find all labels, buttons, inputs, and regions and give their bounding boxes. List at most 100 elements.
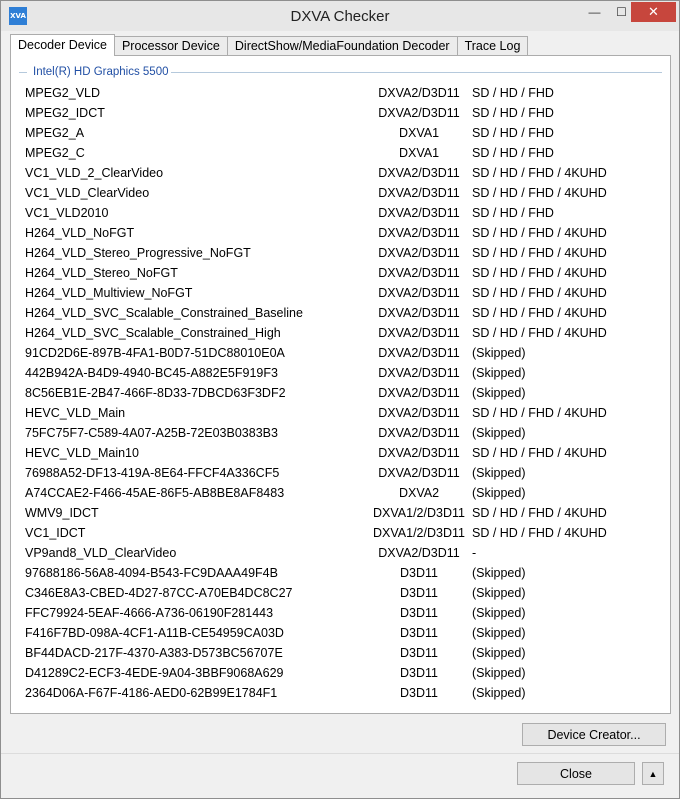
decoder-name: H264_VLD_Stereo_Progressive_NoFGT <box>25 246 251 260</box>
decoder-name: H264_VLD_SVC_Scalable_Constrained_Baseli… <box>25 306 303 320</box>
list-item: MPEG2_VLD DXVA2/D3D11 SD / HD / FHD <box>25 83 655 103</box>
decoder-name: F416F7BD-098A-4CF1-A11B-CE54959CA03D <box>25 626 284 640</box>
close-button[interactable]: Close <box>517 762 635 785</box>
list-item: FFC79924-5EAF-4666-A736-06190F281443 D3D1… <box>25 603 655 623</box>
decoder-resolutions: SD / HD / FHD <box>472 126 554 140</box>
list-item: MPEG2_A DXVA1 SD / HD / FHD <box>25 123 655 143</box>
decoder-api: D3D11 <box>400 626 438 640</box>
list-item: C346E8A3-CBED-4D27-87CC-A70EB4DC8C27 D3D1… <box>25 583 655 603</box>
decoder-resolutions: SD / HD / FHD / 4KUHD <box>472 246 607 260</box>
decoder-name: H264_VLD_Stereo_NoFGT <box>25 266 178 280</box>
minimize-button[interactable]: — <box>581 2 608 22</box>
decoder-resolutions: SD / HD / FHD / 4KUHD <box>472 526 607 540</box>
list-item: VP9and8_VLD_ClearVideo DXVA2/D3D11- <box>25 543 655 563</box>
decoder-resolutions: SD / HD / FHD / 4KUHD <box>472 446 607 460</box>
list-item: F416F7BD-098A-4CF1-A11B-CE54959CA03D D3D1… <box>25 623 655 643</box>
list-item: 76988A52-DF13-419A-8E64-FFCF4A336CF5 DXVA… <box>25 463 655 483</box>
group-divider <box>171 72 662 73</box>
tab-processor-device[interactable]: Processor Device <box>113 36 228 56</box>
decoder-api: DXVA2/D3D11 <box>378 366 460 380</box>
list-item: 2364D06A-F67F-4186-AED0-62B99E1784F1 D3D1… <box>25 683 655 703</box>
list-item: BF44DACD-217F-4370-A383-D573BC56707E D3D1… <box>25 643 655 663</box>
decoder-name: A74CCAE2-F466-45AE-86F5-AB8BE8AF8483 <box>25 486 285 500</box>
decoder-name: VC1_VLD_2_ClearVideo <box>25 166 164 180</box>
decoder-name: HEVC_VLD_Main10 <box>25 446 139 460</box>
list-item: 75FC75F7-C589-4A07-A25B-72E03B0383B3 DXVA… <box>25 423 655 443</box>
decoder-api: DXVA2/D3D11 <box>378 206 460 220</box>
list-item: HEVC_VLD_Main DXVA2/D3D11 SD / HD / FHD / … <box>25 403 655 423</box>
decoder-resolutions: (Skipped) <box>472 346 526 360</box>
decoder-resolutions: (Skipped) <box>472 686 526 700</box>
decoder-name: 76988A52-DF13-419A-8E64-FFCF4A336CF5 <box>25 466 280 480</box>
decoder-name: 8C56EB1E-2B47-466F-8D33-7DBCD63F3DF2 <box>25 386 286 400</box>
device-creator-button[interactable]: Device Creator... <box>522 723 666 746</box>
decoder-api: DXVA2/D3D11 <box>378 306 460 320</box>
tab-trace-log[interactable]: Trace Log <box>456 36 529 56</box>
close-window-button[interactable]: ✕ <box>631 2 676 22</box>
decoder-api: DXVA2 <box>398 486 440 500</box>
tab-directshow-mediafoundation-decoder[interactable]: DirectShow/MediaFoundation Decoder <box>226 36 458 56</box>
decoder-name: MPEG2_C <box>25 146 85 160</box>
decoder-name: VC1_VLD_ClearVideo <box>25 186 150 200</box>
decoder-resolutions: SD / HD / FHD / 4KUHD <box>472 306 607 320</box>
decoder-api: DXVA2/D3D11 <box>378 226 460 240</box>
decoder-api: DXVA2/D3D11 <box>378 446 460 460</box>
decoder-api: DXVA1/2/D3D11 <box>373 506 465 520</box>
decoder-device-panel: Intel(R) HD Graphics 5500 MPEG2_VLD DXVA2… <box>10 55 671 714</box>
decoder-api: DXVA2/D3D11 <box>378 166 460 180</box>
list-item: A74CCAE2-F466-45AE-86F5-AB8BE8AF8483 DXVA… <box>25 483 655 503</box>
footer-divider <box>1 753 679 754</box>
list-item: VC1_VLD_2_ClearVideo DXVA2/D3D11 SD / HD /… <box>25 163 655 183</box>
list-item: MPEG2_IDCT DXVA2/D3D11 SD / HD / FHD <box>25 103 655 123</box>
dxva-checker-window: XVA DXVA Checker — ☐ ✕ Decoder Device Pr… <box>0 0 680 799</box>
decoder-resolutions: SD / HD / FHD / 4KUHD <box>472 266 607 280</box>
decoder-api: DXVA2/D3D11 <box>378 466 460 480</box>
decoder-api: DXVA2/D3D11 <box>378 246 460 260</box>
decoder-resolutions: (Skipped) <box>472 626 526 640</box>
decoder-resolutions: SD / HD / FHD / 4KUHD <box>472 326 607 340</box>
decoder-resolutions: (Skipped) <box>472 566 526 580</box>
decoder-api: DXVA2/D3D11 <box>378 266 460 280</box>
list-item: H264_VLD_SVC_Scalable_Constrained_High DX… <box>25 323 655 343</box>
title-bar[interactable]: XVA DXVA Checker — ☐ ✕ <box>1 1 679 31</box>
decoder-resolutions: SD / HD / FHD / 4KUHD <box>472 186 607 200</box>
list-item: H264_VLD_Multiview_NoFGT DXVA2/D3D11 SD / … <box>25 283 655 303</box>
decoder-resolutions: SD / HD / FHD <box>472 106 554 120</box>
collapse-arrow-icon[interactable]: ▲ <box>642 762 664 785</box>
decoder-list: MPEG2_VLD DXVA2/D3D11 SD / HD / FHD MPEG2_I… <box>25 83 655 703</box>
decoder-name: VC1_VLD2010 <box>25 206 109 220</box>
decoder-name: H264_VLD_Multiview_NoFGT <box>25 286 193 300</box>
list-item: H264_VLD_Stereo_NoFGT DXVA2/D3D11 SD / HD … <box>25 263 655 283</box>
decoder-api: D3D11 <box>400 666 438 680</box>
decoder-resolutions: SD / HD / FHD <box>472 146 554 160</box>
tab-decoder-device[interactable]: Decoder Device <box>10 34 115 56</box>
decoder-resolutions: (Skipped) <box>472 486 526 500</box>
list-item: VC1_VLD2010 DXVA2/D3D11 SD / HD / FHD <box>25 203 655 223</box>
decoder-api: DXVA2/D3D11 <box>378 86 460 100</box>
decoder-resolutions: SD / HD / FHD <box>472 86 554 100</box>
decoder-resolutions: (Skipped) <box>472 606 526 620</box>
decoder-resolutions: (Skipped) <box>472 586 526 600</box>
list-item: VC1_IDCT DXVA1/2/D3D11 SD / HD / FHD / 4KU… <box>25 523 655 543</box>
decoder-api: DXVA1/2/D3D11 <box>373 526 465 540</box>
decoder-name: BF44DACD-217F-4370-A383-D573BC56707E <box>25 646 283 660</box>
decoder-name: MPEG2_IDCT <box>25 106 105 120</box>
decoder-name: WMV9_IDCT <box>25 506 99 520</box>
decoder-resolutions: (Skipped) <box>472 466 526 480</box>
decoder-api: D3D11 <box>400 606 438 620</box>
gpu-group-title: Intel(R) HD Graphics 5500 <box>31 66 171 78</box>
list-item: VC1_VLD_ClearVideo DXVA2/D3D11 SD / HD / F… <box>25 183 655 203</box>
decoder-api: DXVA2/D3D11 <box>378 406 460 420</box>
decoder-resolutions: - <box>472 546 477 560</box>
decoder-api: DXVA2/D3D11 <box>378 326 460 340</box>
decoder-name: 91CD2D6E-897B-4FA1-B0D7-51DC88010E0A <box>25 346 285 360</box>
decoder-name: HEVC_VLD_Main <box>25 406 126 420</box>
decoder-resolutions: (Skipped) <box>472 666 526 680</box>
decoder-api: D3D11 <box>400 686 438 700</box>
decoder-resolutions: (Skipped) <box>472 386 526 400</box>
decoder-api: D3D11 <box>400 646 438 660</box>
list-item: WMV9_IDCT DXVA1/2/D3D11 SD / HD / FHD / 4K… <box>25 503 655 523</box>
decoder-name: C346E8A3-CBED-4D27-87CC-A70EB4DC8C27 <box>25 586 293 600</box>
decoder-name: D41289C2-ECF3-4EDE-9A04-3BBF9068A629 <box>25 666 284 680</box>
decoder-resolutions: (Skipped) <box>472 426 526 440</box>
